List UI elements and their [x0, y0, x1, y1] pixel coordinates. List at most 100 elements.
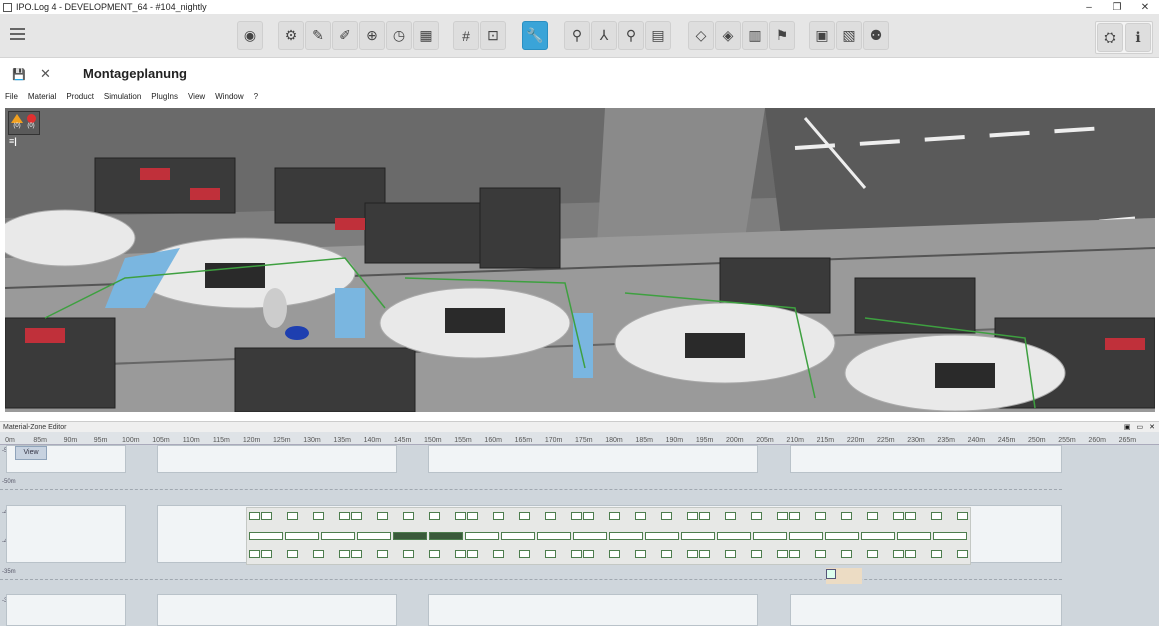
material-slot[interactable]	[313, 550, 324, 558]
toolbar-tool-icon[interactable]: ⅄	[591, 21, 617, 50]
material-slot[interactable]	[467, 512, 478, 520]
material-slot[interactable]	[893, 512, 904, 520]
material-zone-canvas[interactable]: 0m 85m 90m 95m 100m 105m 110m 115m 120m 125m 130m 1…	[0, 432, 1159, 626]
material-slot[interactable]	[661, 550, 672, 558]
material-slot[interactable]	[261, 550, 272, 558]
menu-window[interactable]: Window	[210, 92, 248, 101]
menu-view[interactable]: View	[183, 92, 210, 101]
toolbar-tool-icon[interactable]: ⚲	[618, 21, 644, 50]
material-slot[interactable]	[815, 512, 826, 520]
material-slot[interactable]	[661, 512, 672, 520]
menu-file[interactable]: File	[0, 92, 23, 101]
material-slot[interactable]	[933, 532, 967, 540]
material-slot[interactable]	[867, 550, 878, 558]
close-document-icon[interactable]: ✕	[40, 66, 51, 82]
material-slot[interactable]	[429, 550, 440, 558]
toolbar-tool-icon[interactable]: ▥	[742, 21, 768, 50]
material-slot[interactable]	[377, 512, 388, 520]
material-slot[interactable]	[687, 550, 698, 558]
restore-button[interactable]: ❐	[1103, 2, 1131, 13]
material-slot[interactable]	[571, 512, 582, 520]
material-slot[interactable]	[571, 550, 582, 558]
material-slot[interactable]	[455, 550, 466, 558]
material-slot[interactable]	[573, 532, 607, 540]
toolbar-tool-icon[interactable]: ◉	[237, 21, 263, 50]
floor-area[interactable]	[157, 445, 397, 473]
material-slot[interactable]	[287, 512, 298, 520]
hamburger-menu-icon[interactable]	[10, 28, 25, 43]
menu-simulation[interactable]: Simulation	[99, 92, 146, 101]
settings-user-icon[interactable]: ⛭	[1097, 23, 1123, 52]
material-slot[interactable]	[789, 532, 823, 540]
material-slot[interactable]	[725, 550, 736, 558]
material-slot[interactable]	[825, 532, 859, 540]
floor-area[interactable]	[6, 594, 126, 626]
material-slot[interactable]	[519, 512, 530, 520]
material-slot[interactable]	[841, 512, 852, 520]
floor-area[interactable]	[790, 594, 1062, 626]
material-slot[interactable]	[699, 550, 710, 558]
material-slot[interactable]	[493, 512, 504, 520]
zone-marker[interactable]	[826, 569, 836, 579]
material-slot[interactable]	[519, 550, 530, 558]
material-slot[interactable]	[861, 532, 895, 540]
toolbar-tool-icon[interactable]: ⚑	[769, 21, 795, 50]
material-slot[interactable]	[957, 550, 968, 558]
toolbar-tool-icon[interactable]: 🔧	[522, 21, 548, 50]
material-slot[interactable]	[645, 532, 679, 540]
material-slot[interactable]	[893, 550, 904, 558]
toolbar-tool-icon[interactable]: ⊕	[359, 21, 385, 50]
menu-product[interactable]: Product	[61, 92, 99, 101]
minimize-button[interactable]: –	[1075, 2, 1103, 13]
toolbar-tool-icon[interactable]: ◇	[688, 21, 714, 50]
material-slot[interactable]	[287, 550, 298, 558]
material-slot[interactable]	[455, 512, 466, 520]
material-slot[interactable]	[609, 532, 643, 540]
material-slot[interactable]	[897, 532, 931, 540]
material-slot[interactable]	[725, 512, 736, 520]
material-slot[interactable]	[699, 512, 710, 520]
error-icon[interactable]: (0)	[25, 114, 37, 132]
menu-plugins[interactable]: PlugIns	[146, 92, 183, 101]
material-slot[interactable]	[261, 512, 272, 520]
material-slot[interactable]	[751, 550, 762, 558]
close-window-button[interactable]: ✕	[1131, 2, 1159, 13]
material-slot[interactable]	[583, 550, 594, 558]
material-slot[interactable]	[249, 512, 260, 520]
material-slot[interactable]	[339, 550, 350, 558]
3d-viewport[interactable]: (0) (0) ≡|	[5, 108, 1155, 412]
menu-help[interactable]: ?	[249, 92, 263, 101]
material-slot[interactable]	[313, 512, 324, 520]
material-slot[interactable]	[377, 550, 388, 558]
floor-area[interactable]	[428, 445, 758, 473]
material-slot[interactable]	[777, 512, 788, 520]
material-slot[interactable]	[351, 512, 362, 520]
floor-area[interactable]	[790, 445, 1062, 473]
material-slot[interactable]	[357, 532, 391, 540]
material-slot[interactable]	[753, 532, 787, 540]
material-slot[interactable]	[635, 512, 646, 520]
toolbar-tool-icon[interactable]: ▧	[836, 21, 862, 50]
save-icon[interactable]: 💾	[12, 68, 26, 81]
material-slot[interactable]	[339, 512, 350, 520]
warning-icon[interactable]: (0)	[11, 114, 23, 132]
material-slot[interactable]	[249, 550, 260, 558]
material-slot[interactable]	[537, 532, 571, 540]
material-slot[interactable]	[609, 512, 620, 520]
floor-area[interactable]	[157, 594, 397, 626]
material-slot[interactable]	[321, 532, 355, 540]
toolbar-tool-icon[interactable]: ◷	[386, 21, 412, 50]
toolbar-tool-icon[interactable]: ▤	[645, 21, 671, 50]
material-slot[interactable]	[403, 512, 414, 520]
material-slot[interactable]	[635, 550, 646, 558]
material-slot[interactable]	[249, 532, 283, 540]
material-slot[interactable]	[687, 512, 698, 520]
material-slot[interactable]	[545, 512, 556, 520]
toolbar-tool-icon[interactable]: ◈	[715, 21, 741, 50]
material-slot[interactable]	[931, 512, 942, 520]
material-slot[interactable]	[815, 550, 826, 558]
material-slot[interactable]	[429, 532, 463, 540]
floor-area[interactable]	[428, 594, 758, 626]
toolbar-tool-icon[interactable]: ⚙	[278, 21, 304, 50]
info-panel-icon[interactable]: ℹ	[1125, 23, 1151, 52]
